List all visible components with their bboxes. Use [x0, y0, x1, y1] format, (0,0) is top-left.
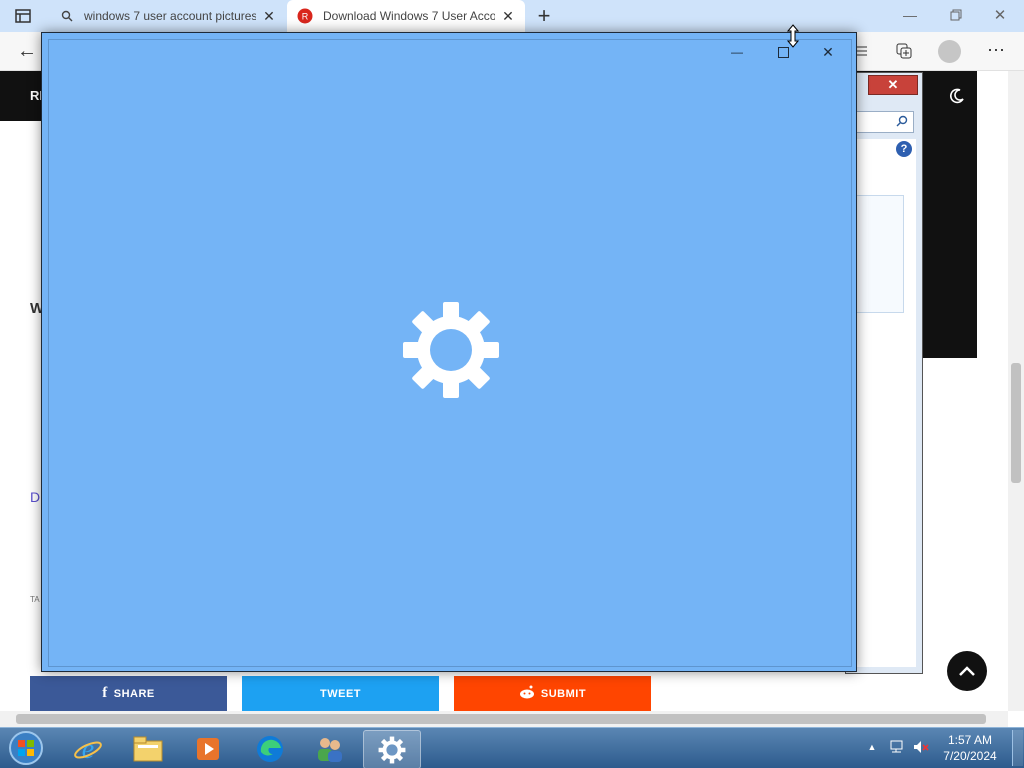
- tags-fragment: TA: [30, 595, 40, 604]
- gear-icon: [401, 300, 501, 400]
- resize-cursor-icon: [786, 24, 800, 48]
- back-arrow-icon[interactable]: ←: [16, 40, 38, 62]
- profile-avatar[interactable]: [938, 40, 961, 63]
- settings-window-content: — ✕: [48, 39, 852, 667]
- settings-taskbar-icon[interactable]: [363, 730, 421, 768]
- reddit-icon: [519, 685, 535, 702]
- dialog-panel: [854, 195, 904, 313]
- clock-time: 1:57 AM: [947, 733, 993, 747]
- site-favicon-icon: R: [287, 8, 323, 24]
- close-tab-icon[interactable]: ✕: [495, 8, 521, 25]
- browser-tab-bar: windows 7 user account pictures ✕ R Down…: [0, 0, 1024, 32]
- tray-expand-icon[interactable]: ▲: [866, 740, 878, 754]
- tab-label: windows 7 user account pictures: [84, 9, 256, 23]
- link-fragment[interactable]: D: [30, 489, 40, 505]
- settings-window: — ✕: [41, 32, 857, 672]
- show-desktop-button[interactable]: [1012, 730, 1023, 766]
- search-icon: [50, 10, 84, 22]
- scroll-to-top-button[interactable]: [947, 651, 987, 691]
- file-explorer-icon[interactable]: [120, 730, 176, 767]
- svg-text:e: e: [82, 734, 94, 764]
- volume-muted-icon[interactable]: [912, 739, 930, 755]
- moon-icon[interactable]: [946, 85, 968, 107]
- close-window-icon[interactable]: ✕: [988, 6, 1012, 24]
- collections-icon[interactable]: [894, 42, 914, 60]
- tweet-label: TWEET: [320, 687, 361, 700]
- help-icon[interactable]: ?: [896, 141, 912, 157]
- minimize-icon[interactable]: —: [898, 6, 922, 24]
- clock-date: 7/20/2024: [943, 749, 997, 763]
- search-icon: [895, 114, 909, 128]
- dialog-close-button[interactable]: ✕: [868, 75, 918, 95]
- taskbar: e ▲: [0, 727, 1024, 768]
- scrollbar-thumb[interactable]: [16, 714, 986, 724]
- facebook-share-button[interactable]: f SHARE: [30, 676, 227, 711]
- twitter-tweet-button[interactable]: TWEET: [242, 676, 439, 711]
- facebook-icon: f: [102, 685, 108, 701]
- internet-explorer-icon[interactable]: e: [60, 730, 116, 767]
- dark-sidebar-panel: [918, 121, 977, 358]
- page-vertical-scrollbar[interactable]: [1008, 71, 1024, 711]
- close-tab-icon[interactable]: ✕: [256, 8, 282, 25]
- svg-text:R: R: [302, 12, 309, 22]
- tab-actions-icon[interactable]: [14, 8, 32, 24]
- user-accounts-icon[interactable]: [302, 730, 358, 767]
- edge-icon[interactable]: [242, 730, 298, 767]
- media-player-icon[interactable]: [180, 730, 236, 767]
- tab-active[interactable]: R Download Windows 7 User Account ✕: [287, 0, 525, 32]
- page-horizontal-scrollbar[interactable]: [0, 711, 1008, 727]
- taskbar-clock[interactable]: 1:57 AM 7/20/2024: [934, 732, 1006, 764]
- restore-icon[interactable]: [944, 6, 968, 24]
- scrollbar-thumb[interactable]: [1011, 363, 1021, 483]
- more-options-icon[interactable]: ⋯: [984, 40, 1008, 60]
- submit-label: SUBMIT: [540, 687, 587, 700]
- dialog-search-input[interactable]: [854, 111, 914, 133]
- reddit-submit-button[interactable]: SUBMIT: [454, 676, 651, 711]
- window-minimize-icon[interactable]: —: [727, 44, 747, 60]
- share-label: SHARE: [113, 687, 155, 700]
- tab-search[interactable]: windows 7 user account pictures ✕: [50, 0, 286, 32]
- start-orb-icon[interactable]: [6, 729, 46, 767]
- tab-label: Download Windows 7 User Account: [323, 9, 495, 23]
- network-icon[interactable]: [888, 739, 906, 755]
- dialog-content: ?: [854, 139, 916, 667]
- new-tab-button[interactable]: +: [532, 3, 556, 28]
- window-close-icon[interactable]: ✕: [817, 43, 839, 61]
